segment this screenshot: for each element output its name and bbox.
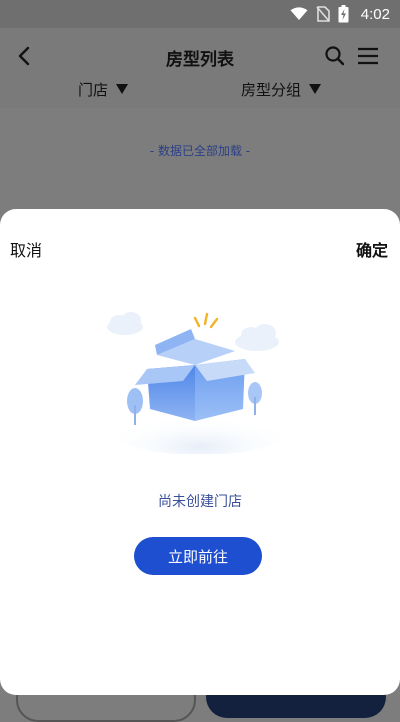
list-end-note: - 数据已全部加载 - [149,144,251,158]
battery-charging-icon [338,5,349,23]
triangle-down-icon [116,84,129,94]
app-header: 房型列表 门店 房型分组 [0,28,400,108]
hamburger-menu-icon [358,47,378,65]
no-sim-icon [316,6,330,22]
bottom-sheet: 取消 确定 尚未创建门店 立即前往 [0,209,400,695]
empty-box-illustration [105,312,295,454]
wifi-icon [290,7,308,20]
triangle-down-icon [309,84,322,94]
store-filter-dropdown[interactable]: 门店 [78,78,129,100]
go-now-button-label: 立即前往 [167,547,228,566]
menu-button[interactable] [355,43,381,69]
status-bar: 4:02 [0,0,400,28]
room-group-filter-label: 房型分组 [241,80,302,99]
search-icon [325,46,345,66]
search-button[interactable] [322,43,348,69]
empty-state-message: 尚未创建门店 [158,494,242,510]
room-group-filter-dropdown[interactable]: 房型分组 [241,78,322,100]
status-time: 4:02 [360,5,390,23]
go-now-button[interactable]: 立即前往 [134,537,262,575]
store-filter-label: 门店 [78,80,109,99]
cancel-button[interactable]: 取消 [10,237,42,261]
status-icons: 4:02 [290,0,390,28]
confirm-button[interactable]: 确定 [356,237,388,261]
